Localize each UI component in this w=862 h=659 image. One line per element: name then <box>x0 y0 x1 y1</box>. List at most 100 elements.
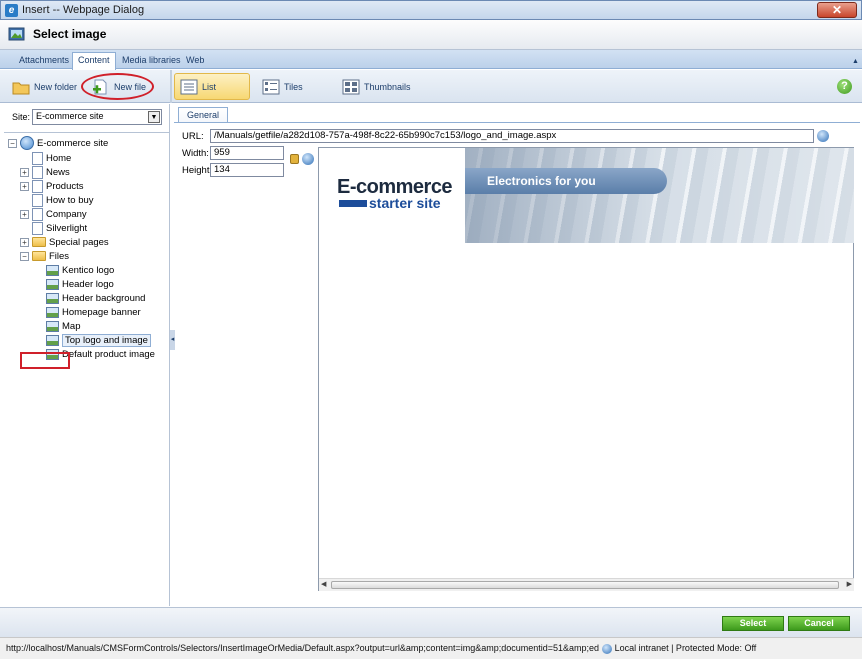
chevron-down-icon[interactable]: ▼ <box>148 111 160 123</box>
thumbnails-label: Thumbnails <box>364 82 411 92</box>
page-icon <box>32 207 43 221</box>
window-titlebar: e Insert -- Webpage Dialog ✕ <box>0 0 862 20</box>
status-bar: http://localhost/Manuals/CMSFormControls… <box>0 637 862 659</box>
tab-media-libraries[interactable]: Media libraries <box>117 53 186 69</box>
tree-node-label: Kentico logo <box>62 264 115 276</box>
image-preview: E-commerce starter site Electronics for … <box>318 147 854 591</box>
properties-pane: General URL: /Manuals/getfile/a282d108-7… <box>174 104 860 606</box>
page-icon <box>32 165 43 179</box>
page-icon <box>32 151 43 165</box>
reset-size-icon[interactable] <box>302 153 314 165</box>
url-label: URL: <box>182 131 204 142</box>
tree-node-special-pages[interactable]: + Special pages <box>20 235 109 249</box>
tree-node-label: Map <box>62 320 81 332</box>
tab-content[interactable]: Content <box>72 52 116 70</box>
new-file-highlight-oval <box>81 73 154 100</box>
new-folder-label: New folder <box>34 82 78 92</box>
tree-node-label: Company <box>46 208 87 220</box>
site-label: Site: <box>12 112 31 122</box>
image-file-icon <box>46 264 59 276</box>
tree-node-header-logo[interactable]: Header logo <box>46 277 114 291</box>
tab-web[interactable]: Web <box>181 53 209 69</box>
tree-node-company[interactable]: + Company <box>20 207 87 221</box>
tiles-icon <box>262 79 280 95</box>
preview-banner: E-commerce starter site Electronics for … <box>319 148 854 243</box>
tab-attachments[interactable]: Attachments <box>14 53 74 69</box>
folder-icon <box>32 237 46 247</box>
expand-icon[interactable]: + <box>20 167 29 177</box>
expand-icon[interactable]: + <box>20 237 29 247</box>
tree-node-header-background[interactable]: Header background <box>46 291 145 305</box>
divider <box>4 132 170 133</box>
folder-add-icon <box>12 82 30 95</box>
tree-node-products[interactable]: + Products <box>20 179 84 193</box>
expand-icon[interactable]: + <box>20 209 29 219</box>
scroll-right-icon[interactable]: ▶ <box>847 580 852 588</box>
scroll-left-icon[interactable]: ◀ <box>321 580 326 588</box>
tree-node-news[interactable]: + News <box>20 165 70 179</box>
thumbnails-view-button[interactable]: Thumbnails <box>342 76 411 98</box>
page-title: Select image <box>33 27 107 41</box>
tree-node-label: How to buy <box>46 194 94 206</box>
select-button[interactable]: Select <box>722 616 784 631</box>
cancel-button[interactable]: Cancel <box>788 616 850 631</box>
image-file-icon <box>46 306 59 318</box>
tabs-scroll-arrow[interactable]: ▲ <box>852 58 859 65</box>
image-file-icon <box>46 278 59 290</box>
width-field[interactable]: 959 <box>210 146 284 160</box>
keyboard-image-shade <box>465 148 854 243</box>
tree-node-home[interactable]: Home <box>32 151 71 165</box>
tree-node-label: Home <box>46 152 72 164</box>
collapse-icon[interactable]: − <box>8 138 17 148</box>
status-zone: Local intranet | Protected Mode: Off <box>614 643 757 653</box>
tree-node-silverlight[interactable]: Silverlight <box>32 221 87 235</box>
dialog-header: Select image <box>0 20 862 50</box>
dialog-footer: Select Cancel <box>0 607 862 637</box>
logo-text-secondary: starter site <box>369 195 441 211</box>
files-highlight-box <box>20 352 70 369</box>
list-view-button[interactable]: List <box>180 76 216 98</box>
horizontal-scrollbar[interactable]: ◀ ▶ <box>319 578 854 591</box>
lock-icon[interactable] <box>290 154 299 164</box>
image-file-icon <box>46 334 59 346</box>
expand-icon[interactable]: + <box>20 181 29 191</box>
tab-general[interactable]: General <box>178 107 229 123</box>
tree-node-top-logo-and-image[interactable]: Top logo and image <box>46 333 151 347</box>
tiles-view-button[interactable]: Tiles <box>262 76 303 98</box>
globe-icon <box>20 136 34 150</box>
content-tree-pane: Site: E-commerce site ▼ − E-commerce sit… <box>4 104 170 606</box>
globe-icon <box>601 643 612 654</box>
tree-node-label: Header logo <box>62 278 114 290</box>
site-select[interactable]: E-commerce site ▼ <box>32 109 162 125</box>
height-field[interactable]: 134 <box>210 163 284 177</box>
tree-node-label: Products <box>46 180 84 192</box>
url-field[interactable]: /Manuals/getfile/a282d108-757a-498f-8c22… <box>210 129 814 143</box>
image-file-icon <box>46 320 59 332</box>
list-label: List <box>202 82 217 92</box>
window-title: Insert -- Webpage Dialog <box>22 4 145 16</box>
ie-icon: e <box>5 4 18 17</box>
folder-icon <box>32 251 46 261</box>
url-refresh-icon[interactable] <box>817 130 829 142</box>
tree-node-how-to-buy[interactable]: How to buy <box>32 193 94 207</box>
tree-node-label: Top logo and image <box>62 333 151 347</box>
tree-node-root[interactable]: − E-commerce site <box>8 136 108 150</box>
status-url: http://localhost/Manuals/CMSFormControls… <box>6 643 600 653</box>
select-image-icon <box>8 27 25 41</box>
tree-node-kentico-logo[interactable]: Kentico logo <box>46 263 114 277</box>
collapse-icon[interactable]: − <box>20 251 29 261</box>
tree-node-files[interactable]: − Files <box>20 249 69 263</box>
tree-node-map[interactable]: Map <box>46 319 80 333</box>
close-window-button[interactable]: ✕ <box>817 2 857 18</box>
tagline-pill: Electronics for you <box>465 168 667 194</box>
width-label: Width: <box>182 148 209 159</box>
page-icon <box>32 179 43 193</box>
scrollbar-thumb[interactable] <box>331 581 839 589</box>
page-icon <box>32 193 43 207</box>
help-icon[interactable]: ? <box>837 79 852 94</box>
new-folder-button[interactable]: New folder <box>12 76 77 98</box>
tree-node-homepage-banner[interactable]: Homepage banner <box>46 305 141 319</box>
tree-node-label: News <box>46 166 70 178</box>
tree-node-label: Silverlight <box>46 222 88 234</box>
thumbnails-icon <box>342 79 360 95</box>
